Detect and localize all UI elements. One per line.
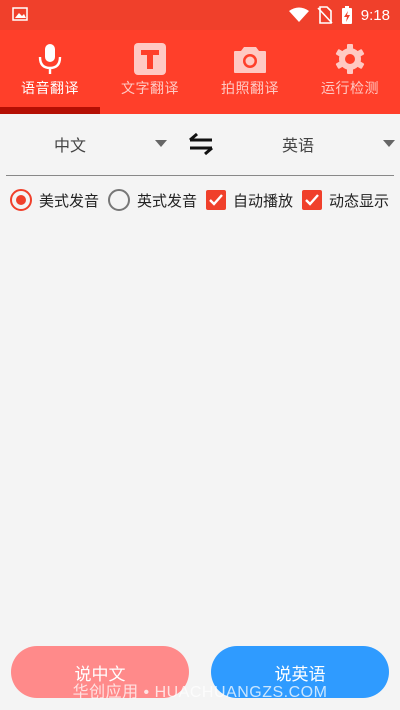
checkbox-checked-icon	[206, 190, 227, 210]
gear-icon	[333, 42, 367, 76]
uk-pronunciation-radio[interactable]: 英式发音	[108, 189, 197, 211]
option-label: 英式发音	[137, 191, 198, 210]
source-language-label: 中文	[54, 136, 87, 155]
camera-icon	[233, 42, 267, 76]
swap-arrows-icon[interactable]	[186, 132, 216, 156]
image-icon	[12, 7, 28, 21]
status-bar: 9:18	[0, 0, 400, 30]
target-language-label: 英语	[282, 136, 315, 155]
options-row: 美式发音 英式发音 自动播放 动态显示	[10, 187, 389, 213]
us-pronunciation-radio[interactable]: 美式发音	[10, 189, 99, 211]
tab-label: 文字翻译	[121, 81, 179, 97]
dropdown-caret-icon	[155, 140, 167, 147]
language-row: 中文 英语	[0, 122, 400, 166]
tab-label: 语音翻译	[21, 81, 79, 97]
tab-bar: 语音翻译 文字翻译 拍照翻译 运行检测	[0, 30, 400, 114]
speak-english-button[interactable]: 说英语	[211, 646, 389, 698]
option-label: 动态显示	[329, 191, 390, 210]
text-t-icon	[133, 42, 167, 76]
wifi-icon	[288, 7, 309, 22]
no-sim-icon	[317, 6, 333, 24]
tab-label: 运行检测	[321, 81, 379, 97]
option-label: 美式发音	[39, 191, 100, 210]
option-label: 自动播放	[233, 191, 294, 210]
tab-indicator	[0, 107, 100, 114]
radio-selected-icon	[10, 189, 32, 211]
microphone-icon	[33, 42, 67, 76]
tab-run-check[interactable]: 运行检测	[300, 30, 400, 114]
tab-label: 拍照翻译	[221, 81, 279, 97]
status-time: 9:18	[360, 6, 390, 24]
auto-play-checkbox[interactable]: 自动播放	[206, 190, 293, 211]
tab-photo-translate[interactable]: 拍照翻译	[200, 30, 300, 114]
speak-chinese-button[interactable]: 说中文	[11, 646, 189, 698]
battery-charging-icon	[341, 6, 352, 24]
source-language-dropdown[interactable]: 中文	[0, 122, 172, 166]
dropdown-caret-icon	[383, 140, 395, 147]
target-language-dropdown[interactable]: 英语	[228, 122, 400, 166]
checkbox-checked-icon	[302, 190, 323, 210]
radio-unselected-icon	[108, 189, 131, 211]
tab-text-translate[interactable]: 文字翻译	[100, 30, 200, 114]
tab-voice-translate[interactable]: 语音翻译	[0, 30, 100, 114]
dynamic-display-checkbox[interactable]: 动态显示	[302, 190, 389, 211]
divider	[6, 175, 394, 176]
